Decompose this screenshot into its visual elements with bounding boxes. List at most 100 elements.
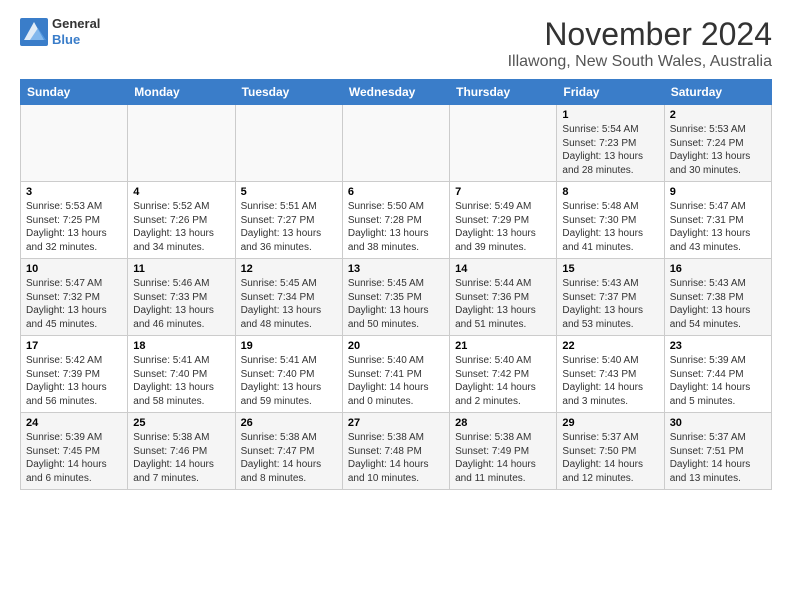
day-number: 5 <box>241 186 337 198</box>
calendar-cell <box>342 105 449 182</box>
calendar-cell: 25 Sunrise: 5:38 AMSunset: 7:46 PMDayligh… <box>128 413 235 490</box>
calendar-cell: 27 Sunrise: 5:38 AMSunset: 7:48 PMDayligh… <box>342 413 449 490</box>
cell-content: Sunrise: 5:38 AMSunset: 7:47 PMDaylight:… <box>241 431 337 485</box>
day-number: 2 <box>670 109 766 121</box>
cell-content: Sunrise: 5:54 AMSunset: 7:23 PMDaylight:… <box>562 123 658 177</box>
day-number: 17 <box>26 340 122 352</box>
day-number: 3 <box>26 186 122 198</box>
calendar-cell: 10 Sunrise: 5:47 AMSunset: 7:32 PMDayligh… <box>21 259 128 336</box>
cell-content: Sunrise: 5:39 AMSunset: 7:45 PMDaylight:… <box>26 431 122 485</box>
day-number: 9 <box>670 186 766 198</box>
cell-content: Sunrise: 5:47 AMSunset: 7:32 PMDaylight:… <box>26 277 122 331</box>
week-row-1: 1 Sunrise: 5:54 AMSunset: 7:23 PMDaylight… <box>21 105 772 182</box>
day-number: 4 <box>133 186 229 198</box>
cell-content: Sunrise: 5:43 AMSunset: 7:37 PMDaylight:… <box>562 277 658 331</box>
calendar-cell: 5Sunrise: 5:51 AMSunset: 7:27 PMDaylight… <box>235 182 342 259</box>
cell-content: Sunrise: 5:49 AMSunset: 7:29 PMDaylight:… <box>455 200 551 254</box>
calendar-cell: 6 Sunrise: 5:50 AMSunset: 7:28 PMDaylight… <box>342 182 449 259</box>
day-number: 21 <box>455 340 551 352</box>
calendar-cell <box>21 105 128 182</box>
calendar-cell <box>128 105 235 182</box>
cell-content: Sunrise: 5:41 AMSunset: 7:40 PMDaylight:… <box>241 354 337 408</box>
day-number: 19 <box>241 340 337 352</box>
title-area: November 2024 Illawong, New South Wales,… <box>508 16 772 71</box>
day-number: 1 <box>562 109 658 121</box>
weekday-header-wednesday: Wednesday <box>342 80 449 105</box>
day-number: 6 <box>348 186 444 198</box>
cell-content: Sunrise: 5:45 AMSunset: 7:35 PMDaylight:… <box>348 277 444 331</box>
cell-content: Sunrise: 5:38 AMSunset: 7:49 PMDaylight:… <box>455 431 551 485</box>
calendar-cell: 20 Sunrise: 5:40 AMSunset: 7:41 PMDayligh… <box>342 336 449 413</box>
calendar-cell: 9 Sunrise: 5:47 AMSunset: 7:31 PMDaylight… <box>664 182 771 259</box>
calendar-cell: 15 Sunrise: 5:43 AMSunset: 7:37 PMDayligh… <box>557 259 664 336</box>
location-title: Illawong, New South Wales, Australia <box>508 53 772 71</box>
day-number: 28 <box>455 417 551 429</box>
calendar-cell: 19 Sunrise: 5:41 AMSunset: 7:40 PMDayligh… <box>235 336 342 413</box>
weekday-header-friday: Friday <box>557 80 664 105</box>
day-number: 13 <box>348 263 444 275</box>
calendar-cell: 14 Sunrise: 5:44 AMSunset: 7:36 PMDayligh… <box>450 259 557 336</box>
calendar-cell: 29Sunrise: 5:37 AMSunset: 7:50 PMDayligh… <box>557 413 664 490</box>
logo: General Blue <box>20 16 100 47</box>
week-row-2: 3 Sunrise: 5:53 AMSunset: 7:25 PMDaylight… <box>21 182 772 259</box>
day-number: 27 <box>348 417 444 429</box>
cell-content: Sunrise: 5:47 AMSunset: 7:31 PMDaylight:… <box>670 200 766 254</box>
cell-content: Sunrise: 5:48 AMSunset: 7:30 PMDaylight:… <box>562 200 658 254</box>
calendar-cell: 2 Sunrise: 5:53 AMSunset: 7:24 PMDaylight… <box>664 105 771 182</box>
day-number: 16 <box>670 263 766 275</box>
month-title: November 2024 <box>508 16 772 53</box>
day-number: 15 <box>562 263 658 275</box>
calendar-cell: 23Sunrise: 5:39 AMSunset: 7:44 PMDayligh… <box>664 336 771 413</box>
calendar-cell: 17 Sunrise: 5:42 AMSunset: 7:39 PMDayligh… <box>21 336 128 413</box>
calendar-cell: 3 Sunrise: 5:53 AMSunset: 7:25 PMDaylight… <box>21 182 128 259</box>
cell-content: Sunrise: 5:43 AMSunset: 7:38 PMDaylight:… <box>670 277 766 331</box>
week-row-5: 24 Sunrise: 5:39 AMSunset: 7:45 PMDayligh… <box>21 413 772 490</box>
calendar-table: SundayMondayTuesdayWednesdayThursdayFrid… <box>20 79 772 490</box>
day-number: 29 <box>562 417 658 429</box>
calendar-cell: 30 Sunrise: 5:37 AMSunset: 7:51 PMDayligh… <box>664 413 771 490</box>
calendar-cell: 8Sunrise: 5:48 AMSunset: 7:30 PMDaylight… <box>557 182 664 259</box>
calendar-cell: 1 Sunrise: 5:54 AMSunset: 7:23 PMDaylight… <box>557 105 664 182</box>
calendar-cell: 4Sunrise: 5:52 AMSunset: 7:26 PMDaylight… <box>128 182 235 259</box>
cell-content: Sunrise: 5:40 AMSunset: 7:42 PMDaylight:… <box>455 354 551 408</box>
calendar-cell <box>235 105 342 182</box>
calendar-cell: 7Sunrise: 5:49 AMSunset: 7:29 PMDaylight… <box>450 182 557 259</box>
day-number: 10 <box>26 263 122 275</box>
logo-text: General Blue <box>52 16 100 47</box>
day-number: 26 <box>241 417 337 429</box>
cell-content: Sunrise: 5:37 AMSunset: 7:51 PMDaylight:… <box>670 431 766 485</box>
weekday-header-thursday: Thursday <box>450 80 557 105</box>
cell-content: Sunrise: 5:41 AMSunset: 7:40 PMDaylight:… <box>133 354 229 408</box>
cell-content: Sunrise: 5:39 AMSunset: 7:44 PMDaylight:… <box>670 354 766 408</box>
weekday-header-monday: Monday <box>128 80 235 105</box>
cell-content: Sunrise: 5:50 AMSunset: 7:28 PMDaylight:… <box>348 200 444 254</box>
calendar-cell: 11 Sunrise: 5:46 AMSunset: 7:33 PMDayligh… <box>128 259 235 336</box>
weekday-header-tuesday: Tuesday <box>235 80 342 105</box>
cell-content: Sunrise: 5:40 AMSunset: 7:41 PMDaylight:… <box>348 354 444 408</box>
weekday-header-row: SundayMondayTuesdayWednesdayThursdayFrid… <box>21 80 772 105</box>
day-number: 14 <box>455 263 551 275</box>
weekday-header-sunday: Sunday <box>21 80 128 105</box>
calendar-cell: 22Sunrise: 5:40 AMSunset: 7:43 PMDayligh… <box>557 336 664 413</box>
cell-content: Sunrise: 5:45 AMSunset: 7:34 PMDaylight:… <box>241 277 337 331</box>
week-row-3: 10 Sunrise: 5:47 AMSunset: 7:32 PMDayligh… <box>21 259 772 336</box>
day-number: 12 <box>241 263 337 275</box>
day-number: 18 <box>133 340 229 352</box>
calendar-cell: 13 Sunrise: 5:45 AMSunset: 7:35 PMDayligh… <box>342 259 449 336</box>
cell-content: Sunrise: 5:42 AMSunset: 7:39 PMDaylight:… <box>26 354 122 408</box>
day-number: 20 <box>348 340 444 352</box>
day-number: 25 <box>133 417 229 429</box>
cell-content: Sunrise: 5:53 AMSunset: 7:25 PMDaylight:… <box>26 200 122 254</box>
calendar-cell: 16 Sunrise: 5:43 AMSunset: 7:38 PMDayligh… <box>664 259 771 336</box>
day-number: 24 <box>26 417 122 429</box>
day-number: 22 <box>562 340 658 352</box>
cell-content: Sunrise: 5:53 AMSunset: 7:24 PMDaylight:… <box>670 123 766 177</box>
day-number: 30 <box>670 417 766 429</box>
cell-content: Sunrise: 5:46 AMSunset: 7:33 PMDaylight:… <box>133 277 229 331</box>
calendar-cell: 24 Sunrise: 5:39 AMSunset: 7:45 PMDayligh… <box>21 413 128 490</box>
week-row-4: 17 Sunrise: 5:42 AMSunset: 7:39 PMDayligh… <box>21 336 772 413</box>
cell-content: Sunrise: 5:38 AMSunset: 7:46 PMDaylight:… <box>133 431 229 485</box>
cell-content: Sunrise: 5:44 AMSunset: 7:36 PMDaylight:… <box>455 277 551 331</box>
cell-content: Sunrise: 5:38 AMSunset: 7:48 PMDaylight:… <box>348 431 444 485</box>
day-number: 11 <box>133 263 229 275</box>
